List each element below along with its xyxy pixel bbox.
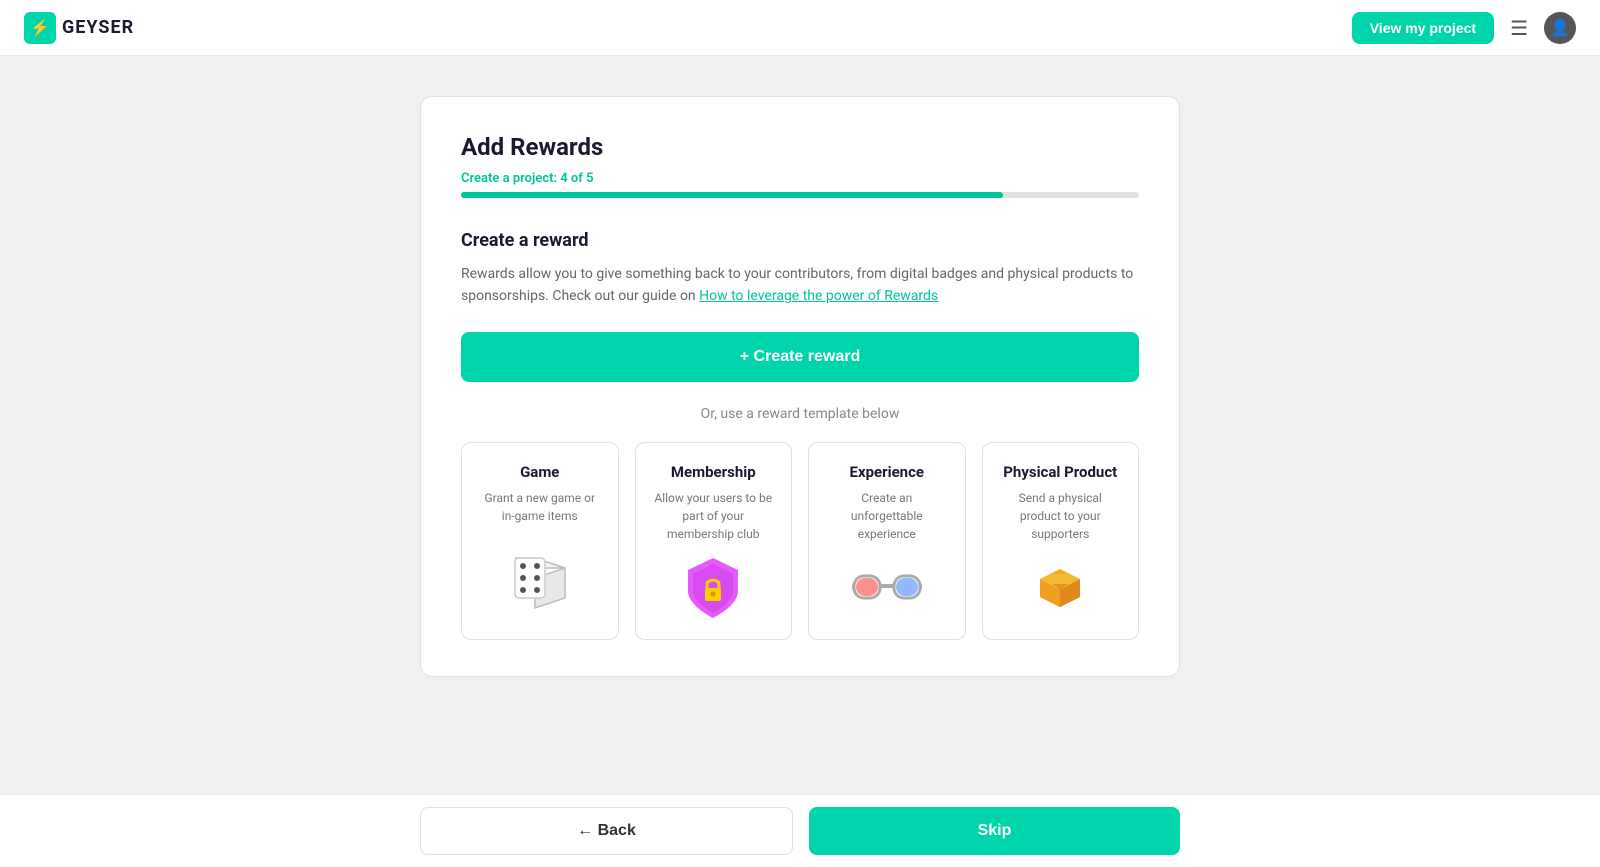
section-desc: Rewards allow you to give something back… [461,263,1139,308]
view-project-button[interactable]: View my project [1352,12,1494,44]
header: ⚡ GEYSER View my project ☰ 👤 [0,0,1600,56]
progress-label: Create a project: 4 of 5 [461,171,1139,186]
template-experience-title: Experience [850,463,925,481]
templates-grid: Game Grant a new game or in-game items [461,442,1139,640]
progress-bar-container [461,192,1139,198]
template-membership-desc: Allow your users to be part of your memb… [652,489,776,543]
section-title: Create a reward [461,230,1139,251]
template-experience-desc: Create an unforgettable experience [825,489,949,543]
template-card-physical[interactable]: Physical Product Send a physical product… [982,442,1140,640]
progress-bar-fill [461,192,1003,198]
game-icon [510,553,570,613]
back-button[interactable]: ← Back [420,807,793,855]
membership-icon [683,559,743,619]
template-game-title: Game [520,463,559,481]
avatar[interactable]: 👤 [1544,12,1576,44]
create-reward-button[interactable]: + Create reward [461,332,1139,382]
template-card-game[interactable]: Game Grant a new game or in-game items [461,442,619,640]
rewards-guide-link[interactable]: How to leverage the power of Rewards [699,288,938,304]
template-physical-desc: Send a physical product to your supporte… [999,489,1123,543]
template-game-desc: Grant a new game or in-game items [478,489,602,537]
main-content: Add Rewards Create a project: 4 of 5 Cre… [0,56,1600,777]
template-physical-title: Physical Product [1003,463,1117,481]
template-card-membership[interactable]: Membership Allow your users to be part o… [635,442,793,640]
experience-icon [852,559,922,619]
header-right: View my project ☰ 👤 [1352,12,1576,44]
page-title: Add Rewards [461,133,1139,161]
logo: ⚡ GEYSER [24,12,134,44]
footer-inner: ← Back Skip [420,807,1180,855]
physical-icon [1030,559,1090,619]
template-membership-title: Membership [671,463,756,481]
template-card-experience[interactable]: Experience Create an unforgettable exper… [808,442,966,640]
or-divider: Or, use a reward template below [461,406,1139,422]
add-rewards-card: Add Rewards Create a project: 4 of 5 Cre… [420,96,1180,677]
footer: ← Back Skip [0,794,1600,867]
logo-icon: ⚡ [24,12,56,44]
skip-button[interactable]: Skip [809,807,1180,855]
hamburger-icon[interactable]: ☰ [1510,16,1528,40]
logo-text: GEYSER [62,17,134,38]
